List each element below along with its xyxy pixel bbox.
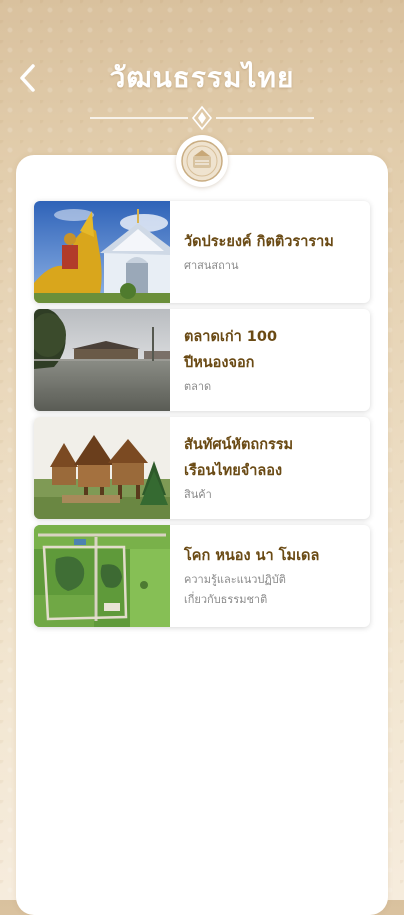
back-button[interactable] — [10, 58, 46, 98]
header: วัฒนธรรมไทย — [0, 0, 404, 140]
chevron-left-icon — [20, 64, 35, 92]
item-info: สันทัศน์หัตถกรรม เรือนไทยจำลอง สินค้า — [170, 417, 303, 519]
item-category: ศาสนสถาน — [184, 258, 239, 272]
item-title: ตลาดเก่า 100 — [184, 328, 278, 345]
list-item[interactable]: ตลาดเก่า 100 ปีหนองจอก ตลาด — [34, 309, 370, 411]
item-title-line2: เรือนไทยจำลอง — [184, 462, 283, 479]
item-category-line2: เกี่ยวกับธรรมชาติ — [184, 592, 268, 606]
thai-emblem-icon — [181, 140, 223, 182]
item-category: ความรู้และแนวปฏิบัติ — [184, 572, 286, 586]
item-info: วัดประยงค์ กิตติวราราม ศาสนสถาน — [170, 201, 344, 303]
item-category: ตลาด — [184, 379, 212, 393]
emblem — [176, 135, 228, 187]
item-title: โคก หนอง นา โมเดล — [184, 547, 320, 564]
page-title: วัฒนธรรมไทย — [109, 61, 295, 94]
old-market-photo — [34, 309, 170, 411]
list-item[interactable]: โคก หนอง นา โมเดล ความรู้และแนวปฏิบัติ เ… — [34, 525, 370, 627]
temple-photo — [34, 201, 170, 303]
place-list: วัดประยงค์ กิตติวราราม ศาสนสถาน ตลาดเก่า… — [34, 201, 370, 633]
list-item[interactable]: สันทัศน์หัตถกรรม เรือนไทยจำลอง สินค้า — [34, 417, 370, 519]
item-category: สินค้า — [184, 487, 212, 501]
ornament-divider — [90, 105, 314, 131]
item-title: วัดประยงค์ กิตติวราราม — [184, 233, 334, 250]
thai-house-model-photo — [34, 417, 170, 519]
item-info: โคก หนอง นา โมเดล ความรู้และแนวปฏิบัติ เ… — [170, 525, 329, 627]
farm-aerial-photo — [34, 525, 170, 627]
list-item[interactable]: วัดประยงค์ กิตติวราราม ศาสนสถาน — [34, 201, 370, 303]
item-title-line2: ปีหนองจอก — [184, 354, 255, 371]
item-info: ตลาดเก่า 100 ปีหนองจอก ตลาด — [170, 309, 287, 411]
item-title: สันทัศน์หัตถกรรม — [184, 436, 294, 453]
